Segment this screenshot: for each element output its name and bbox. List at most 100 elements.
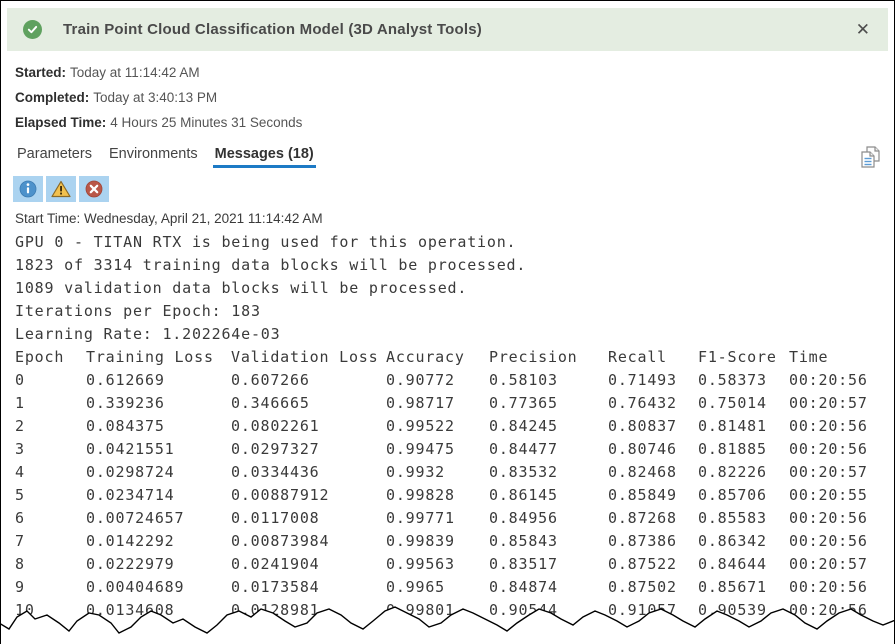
table-row: 90.004046890.01735840.99650.848740.87502… bbox=[15, 576, 894, 599]
table-row: 50.02347140.008879120.998280.861450.8584… bbox=[15, 484, 894, 507]
cell: 5 bbox=[15, 484, 86, 507]
tab-parameters[interactable]: Parameters bbox=[15, 144, 94, 168]
column-header: Training Loss bbox=[86, 346, 231, 369]
cell: 2 bbox=[15, 415, 86, 438]
messages-panel[interactable]: Start Time: Wednesday, April 21, 2021 11… bbox=[15, 208, 894, 644]
cell: 0.90539 bbox=[698, 599, 789, 622]
cell: 0.82468 bbox=[608, 461, 698, 484]
cell: 0.71493 bbox=[608, 369, 698, 392]
cell: 0.9932 bbox=[386, 461, 489, 484]
cell: 0.87386 bbox=[608, 530, 698, 553]
cell bbox=[789, 622, 894, 644]
cell: 0.91057 bbox=[608, 599, 698, 622]
cell bbox=[489, 622, 608, 644]
cell: 6 bbox=[15, 507, 86, 530]
cell: 0.0334436 bbox=[231, 461, 386, 484]
cell: 0.0222979 bbox=[86, 553, 231, 576]
cell: 0.87502 bbox=[608, 576, 698, 599]
cell: 3 bbox=[15, 438, 86, 461]
cell: 0.87522 bbox=[608, 553, 698, 576]
cell: 0.99522 bbox=[386, 415, 489, 438]
cell: 0.0134608 bbox=[86, 599, 231, 622]
cell: 9 bbox=[15, 576, 86, 599]
table-row: 100.01346080.01289810.998010.905440.9105… bbox=[15, 599, 894, 622]
copy-messages-button[interactable] bbox=[857, 144, 883, 170]
cell: 0.0234714 bbox=[86, 484, 231, 507]
cell: 0.99563 bbox=[386, 553, 489, 576]
column-header: Time bbox=[789, 346, 894, 369]
cell: 0.58103 bbox=[489, 369, 608, 392]
started-label: Started: bbox=[15, 65, 66, 80]
cell: 0.84644 bbox=[698, 553, 789, 576]
tab-bar: Parameters Environments Messages (18) bbox=[15, 144, 329, 168]
cell: 0.339236 bbox=[86, 392, 231, 415]
cell bbox=[231, 622, 386, 644]
cell: 0.0117008 bbox=[231, 507, 386, 530]
cell: 0.00887912 bbox=[231, 484, 386, 507]
cell: 0.85843 bbox=[489, 530, 608, 553]
table-header-row: EpochTraining LossValidation LossAccurac… bbox=[15, 346, 894, 369]
cell: 0.83517 bbox=[489, 553, 608, 576]
cell: 0.84874 bbox=[489, 576, 608, 599]
cell: 0.0298724 bbox=[86, 461, 231, 484]
geoprocessing-result-window: Train Point Cloud Classification Model (… bbox=[0, 0, 895, 644]
cell: 0.607266 bbox=[231, 369, 386, 392]
cell: 0.0173584 bbox=[231, 576, 386, 599]
training-metrics-table: EpochTraining LossValidation LossAccurac… bbox=[15, 346, 894, 644]
table-row: 80.02229790.02419040.995630.835170.87522… bbox=[15, 553, 894, 576]
cell: 0.98717 bbox=[386, 392, 489, 415]
cell: 4 bbox=[15, 461, 86, 484]
success-check-icon bbox=[23, 20, 42, 39]
close-icon[interactable]: ✕ bbox=[852, 19, 874, 40]
cell: 10 bbox=[15, 599, 86, 622]
window-title: Train Point Cloud Classification Model (… bbox=[63, 21, 482, 38]
cell: 0.84956 bbox=[489, 507, 608, 530]
cell: 0.00873984 bbox=[231, 530, 386, 553]
cell: 0.77365 bbox=[489, 392, 608, 415]
table-row: 10.3392360.3466650.987170.773650.764320.… bbox=[15, 392, 894, 415]
cell bbox=[86, 622, 231, 644]
cell: 0.76432 bbox=[608, 392, 698, 415]
cell: 00:20:56 bbox=[789, 369, 894, 392]
table-row-partial: 11 bbox=[15, 622, 894, 644]
cell: 8 bbox=[15, 553, 86, 576]
cell: 00:20:56 bbox=[789, 507, 894, 530]
cell: 0.9965 bbox=[386, 576, 489, 599]
tab-environments[interactable]: Environments bbox=[107, 144, 200, 168]
table-row: 40.02987240.03344360.99320.835320.824680… bbox=[15, 461, 894, 484]
message-filter-toolbar bbox=[13, 176, 112, 202]
cell: 0.85849 bbox=[608, 484, 698, 507]
cell: 0.0128981 bbox=[231, 599, 386, 622]
cell: 0.99475 bbox=[386, 438, 489, 461]
started-value: Today at 11:14:42 AM bbox=[70, 65, 200, 80]
cell: 00:20:56 bbox=[789, 576, 894, 599]
start-time-line: Start Time: Wednesday, April 21, 2021 11… bbox=[15, 208, 894, 231]
completed-label: Completed: bbox=[15, 90, 89, 105]
error-icon bbox=[85, 180, 103, 198]
cell: 0.00724657 bbox=[86, 507, 231, 530]
console-lines: GPU 0 - TITAN RTX is being used for this… bbox=[15, 231, 894, 346]
filter-warning-button[interactable] bbox=[46, 176, 76, 202]
cell: 00:20:56 bbox=[789, 530, 894, 553]
run-status-block: Started:Today at 11:14:42 AM Completed:T… bbox=[15, 64, 880, 139]
console-line: Iterations per Epoch: 183 bbox=[15, 300, 894, 323]
cell: 0.0241904 bbox=[231, 553, 386, 576]
column-header: Validation Loss bbox=[231, 346, 386, 369]
cell: 00:20:56 bbox=[789, 438, 894, 461]
filter-info-button[interactable] bbox=[13, 176, 43, 202]
elapsed-label: Elapsed Time: bbox=[15, 115, 106, 130]
cell: 0.58373 bbox=[698, 369, 789, 392]
cell: 0.346665 bbox=[231, 392, 386, 415]
table-row: 20.0843750.08022610.995220.842450.808370… bbox=[15, 415, 894, 438]
table-row: 00.6126690.6072660.907720.581030.714930.… bbox=[15, 369, 894, 392]
cell bbox=[608, 622, 698, 644]
cell: 0.80837 bbox=[608, 415, 698, 438]
tab-messages[interactable]: Messages (18) bbox=[213, 144, 316, 168]
filter-error-button[interactable] bbox=[79, 176, 109, 202]
cell: 0.84477 bbox=[489, 438, 608, 461]
cell: 0.87268 bbox=[608, 507, 698, 530]
cell: 0.85706 bbox=[698, 484, 789, 507]
column-header: Recall bbox=[608, 346, 698, 369]
cell: 0.86342 bbox=[698, 530, 789, 553]
console-line: Learning Rate: 1.202264e-03 bbox=[15, 323, 894, 346]
